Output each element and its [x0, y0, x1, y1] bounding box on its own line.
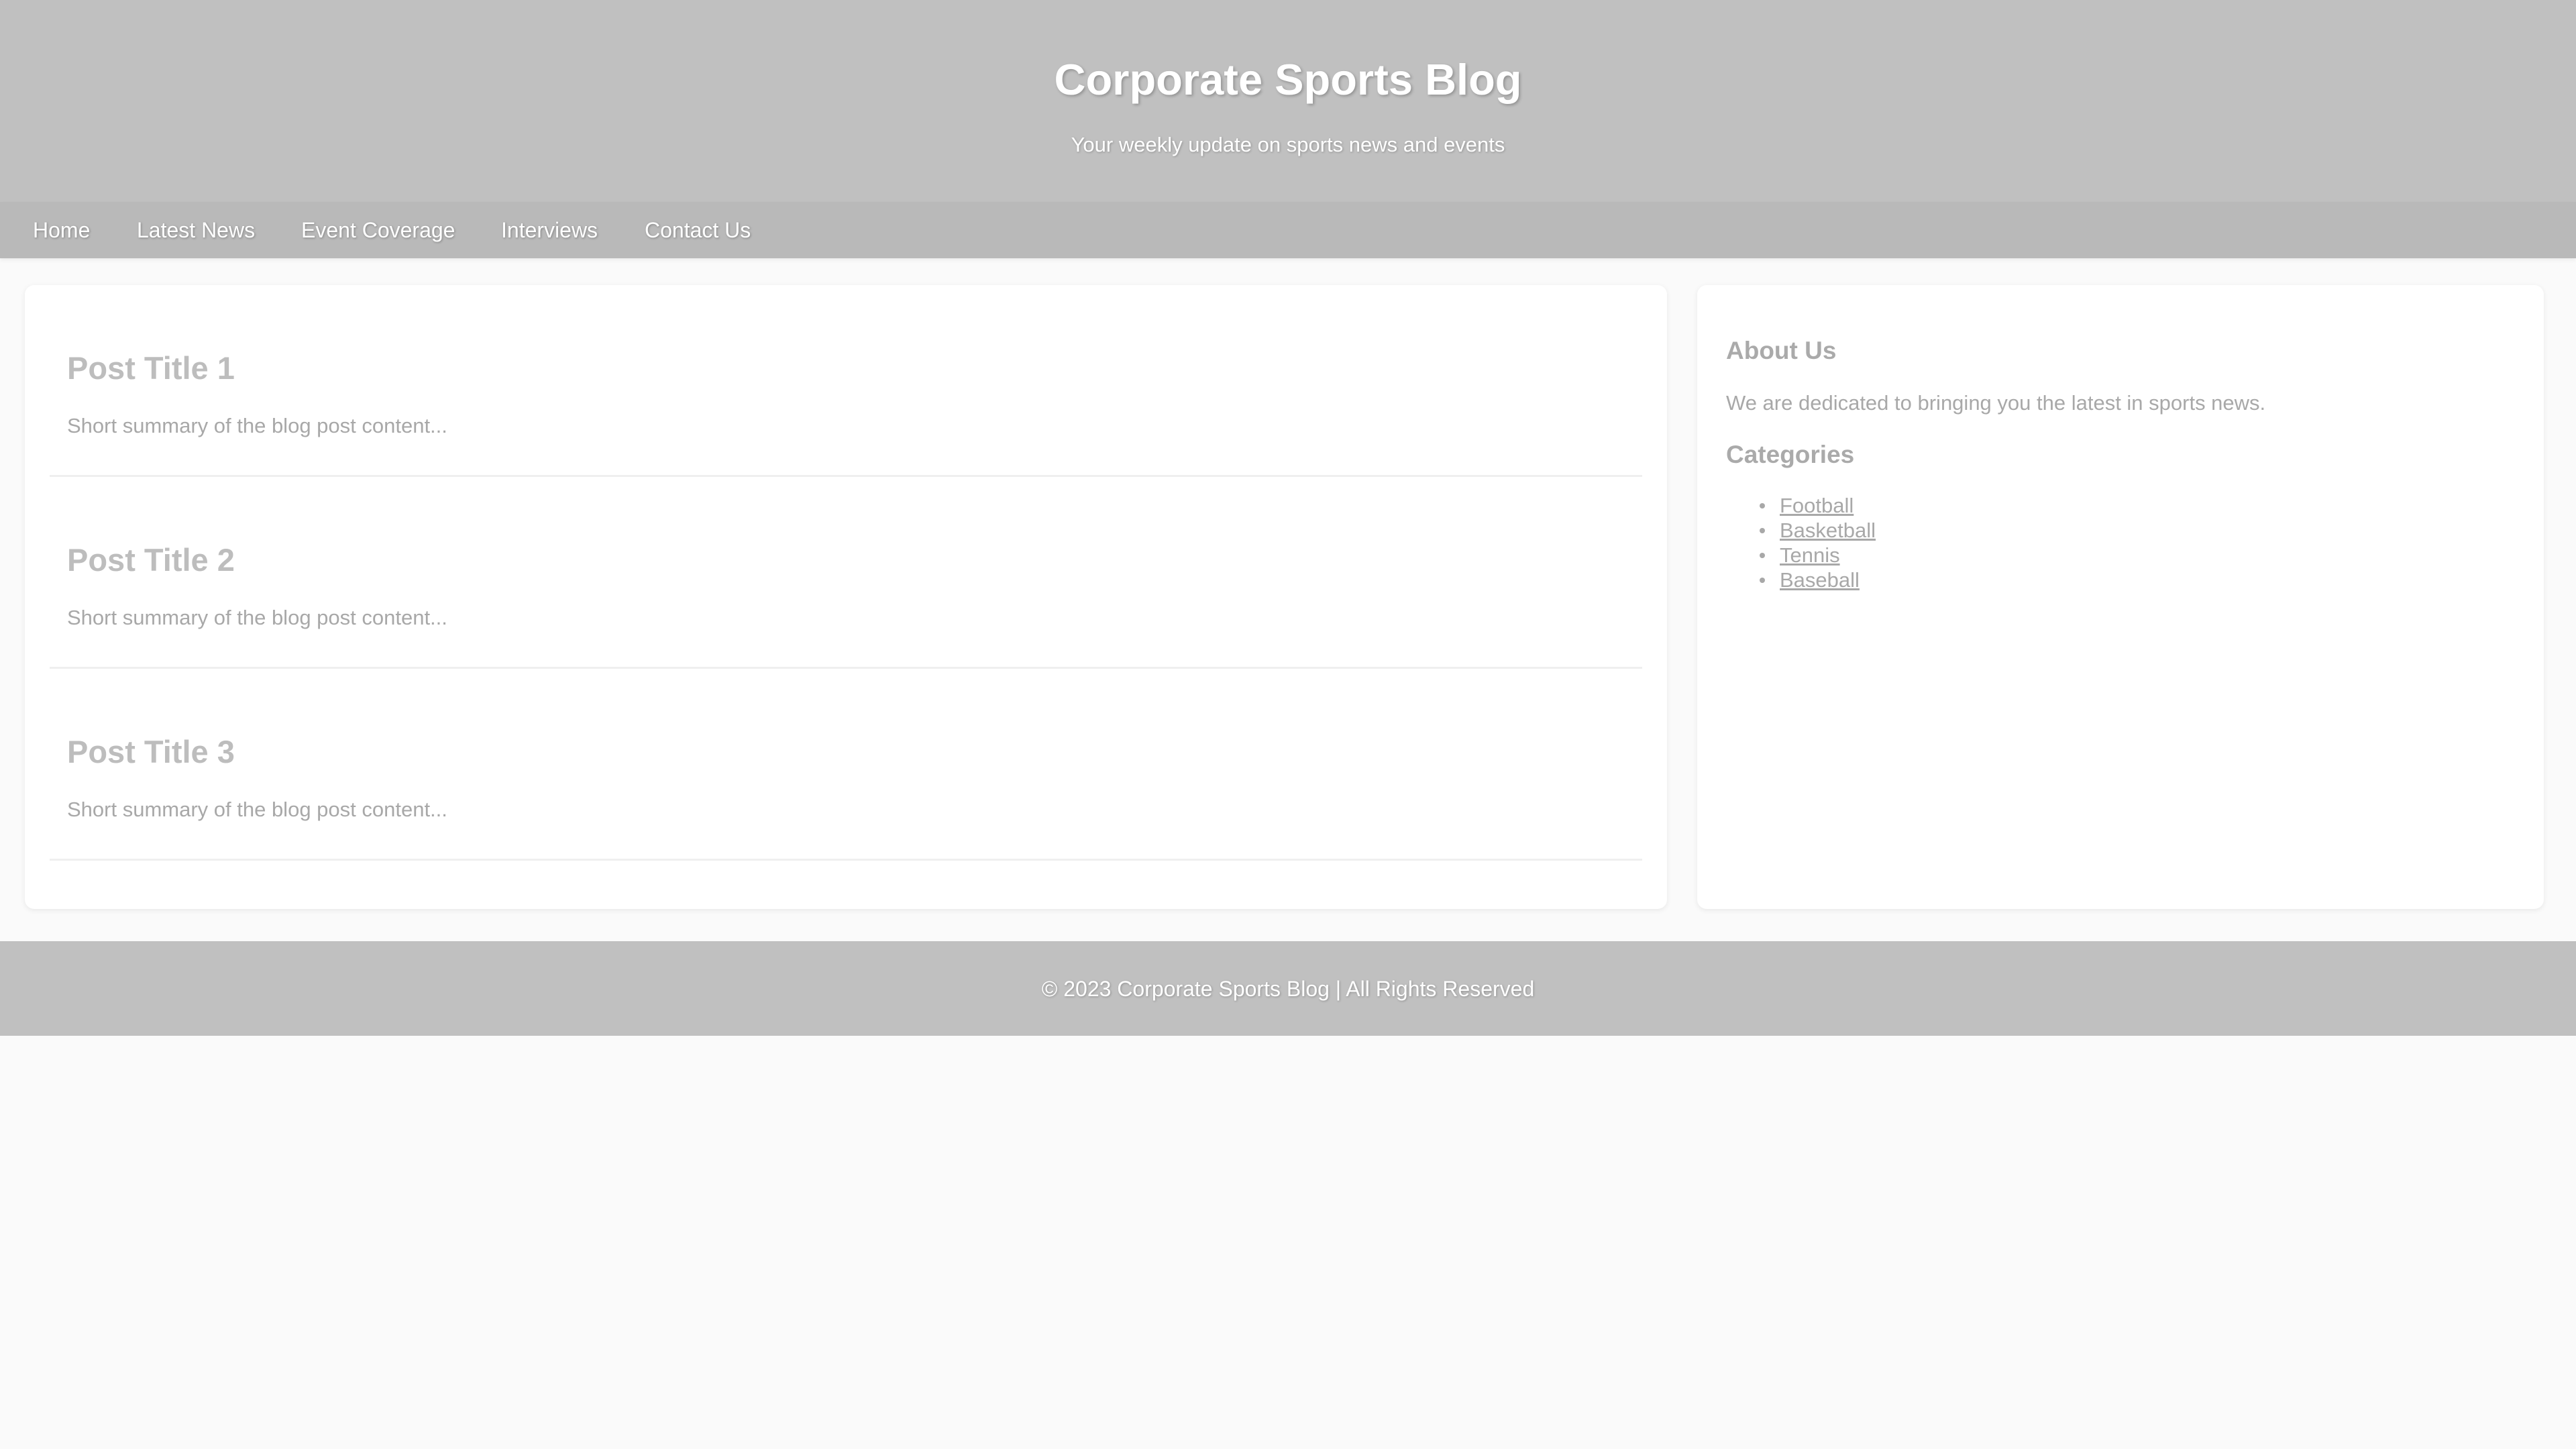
- post-summary: Short summary of the blog post content..…: [67, 798, 447, 821]
- category-item: Basketball: [1726, 518, 1876, 543]
- about-heading: About Us: [1726, 337, 1837, 364]
- post-item: Post Title 1 Short summary of the blog p…: [50, 285, 1642, 477]
- category-item: Football: [1726, 493, 1876, 518]
- nav-item-latest-news[interactable]: Latest News: [137, 202, 255, 258]
- site-header: Corporate Sports Blog Your weekly update…: [0, 0, 2576, 202]
- category-list: Football Basketball Tennis Baseball: [1726, 493, 1876, 592]
- main-nav: Home Latest News Event Coverage Intervie…: [0, 202, 2576, 258]
- category-link-baseball[interactable]: Baseball: [1780, 568, 1860, 592]
- bullet-icon: [1760, 528, 1765, 533]
- category-link-basketball[interactable]: Basketball: [1780, 519, 1876, 542]
- site-footer: © 2023 Corporate Sports Blog | All Right…: [0, 941, 2576, 1036]
- post-title[interactable]: Post Title 2: [67, 542, 235, 578]
- post-summary: Short summary of the blog post content..…: [67, 414, 447, 437]
- post-item: Post Title 3 Short summary of the blog p…: [50, 669, 1642, 861]
- category-link-tennis[interactable]: Tennis: [1780, 543, 1840, 567]
- about-text: We are dedicated to bringing you the lat…: [1726, 391, 2266, 415]
- post-item: Post Title 2 Short summary of the blog p…: [50, 477, 1642, 669]
- nav-item-contact-us[interactable]: Contact Us: [645, 202, 751, 258]
- category-item: Baseball: [1726, 568, 1876, 592]
- bullet-icon: [1760, 553, 1765, 558]
- post-title[interactable]: Post Title 1: [67, 350, 235, 386]
- site-tagline: Your weekly update on sports news and ev…: [1071, 133, 1505, 156]
- posts-section: Post Title 1 Short summary of the blog p…: [25, 285, 1667, 909]
- bullet-icon: [1760, 503, 1765, 508]
- footer-copyright: © 2023 Corporate Sports Blog | All Right…: [1041, 977, 1535, 1001]
- bullet-icon: [1760, 578, 1765, 583]
- category-item: Tennis: [1726, 543, 1876, 568]
- nav-item-event-coverage[interactable]: Event Coverage: [301, 202, 455, 258]
- category-link-football[interactable]: Football: [1780, 494, 1854, 517]
- sidebar: About Us We are dedicated to bringing yo…: [1697, 285, 2544, 909]
- nav-item-interviews[interactable]: Interviews: [501, 202, 598, 258]
- site-title: Corporate Sports Blog: [1054, 55, 1522, 104]
- post-summary: Short summary of the blog post content..…: [67, 606, 447, 629]
- post-title[interactable]: Post Title 3: [67, 734, 235, 770]
- nav-item-home[interactable]: Home: [33, 202, 90, 258]
- categories-heading: Categories: [1726, 441, 1855, 468]
